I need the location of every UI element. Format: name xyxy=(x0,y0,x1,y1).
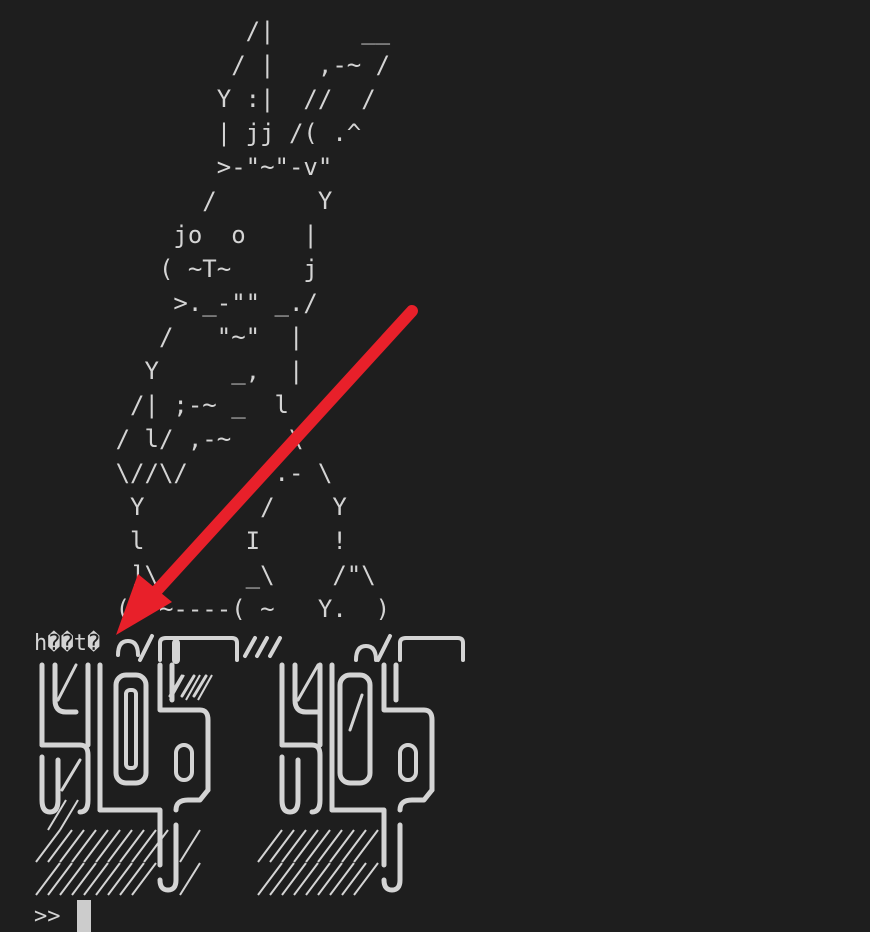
terminal-window[interactable]: /| __ / | ,-~ / Y :| // / | jj /( .^ >-"… xyxy=(0,0,870,932)
prompt-symbol: >> xyxy=(34,903,61,929)
annotation-arrow xyxy=(116,305,418,635)
command-prompt[interactable]: >> xyxy=(34,900,91,932)
text-cursor xyxy=(76,900,91,932)
hop-hop-block-art xyxy=(35,305,465,896)
